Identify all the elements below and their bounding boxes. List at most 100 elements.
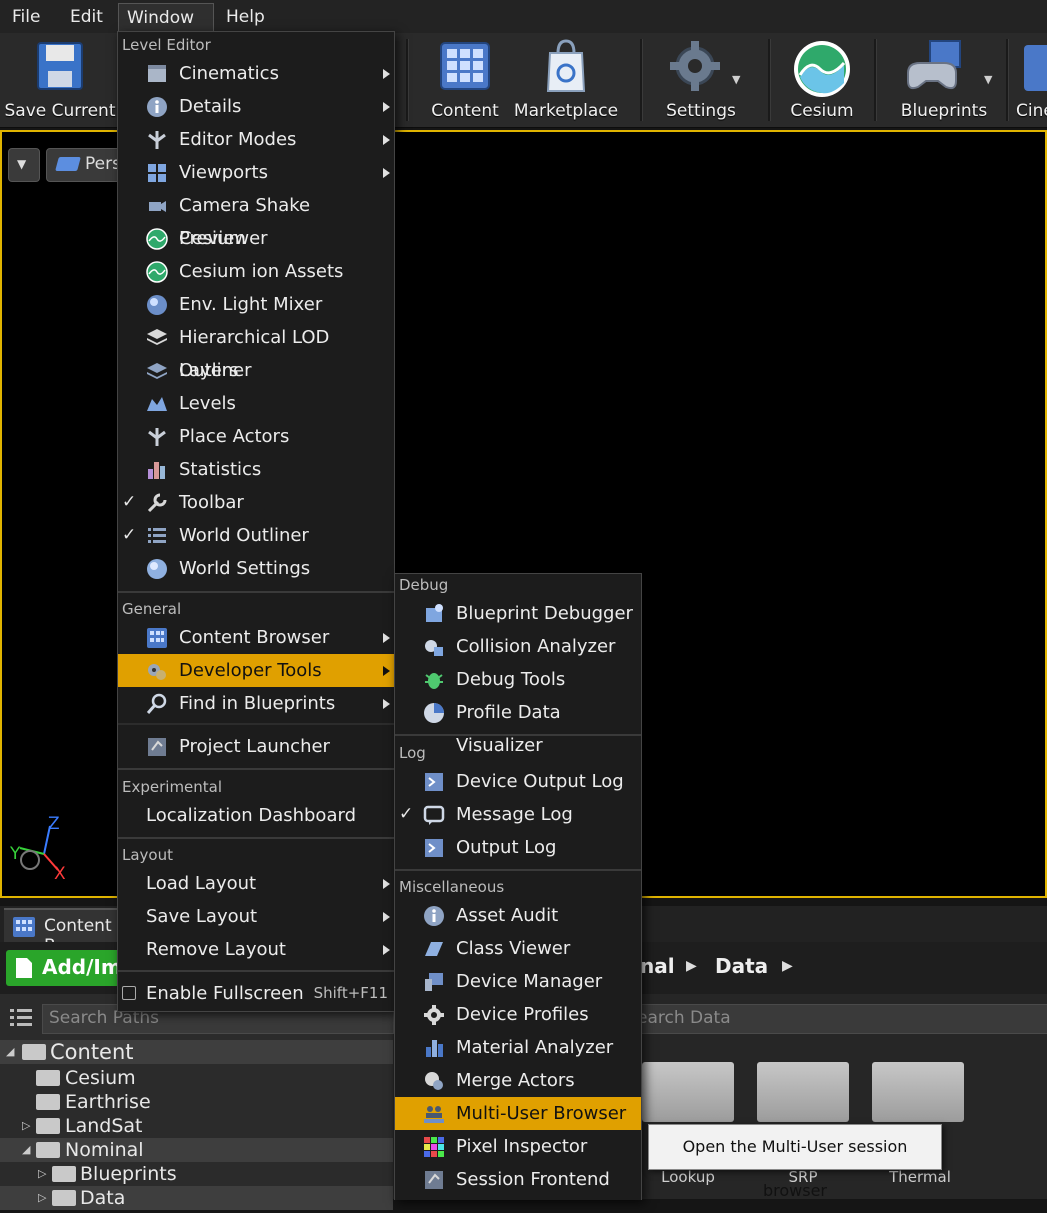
terminal-icon <box>425 773 443 791</box>
submenu-arrow-icon <box>383 633 390 643</box>
chevron-down-icon[interactable]: ▼ <box>732 73 740 86</box>
checkmark-icon: ✓ <box>122 525 137 545</box>
menu-item-toolbar[interactable]: ✓ Toolbar <box>118 486 394 519</box>
tooltip: Open the Multi-User session browser <box>648 1124 942 1200</box>
cesium-icon <box>146 261 168 283</box>
menu-item-device-profiles[interactable]: Device Profiles <box>395 998 641 1031</box>
menu-item-multi-user-browser[interactable]: Multi-User Browser <box>395 1097 641 1130</box>
marketplace-button[interactable]: Marketplace <box>512 33 620 127</box>
view-options-icon[interactable] <box>8 1006 34 1030</box>
search-icon <box>146 693 167 714</box>
menu-item-message-log[interactable]: ✓ Message Log <box>395 798 641 831</box>
viewport-options-button[interactable]: ▼ <box>8 148 40 182</box>
folder-lookup-icon[interactable] <box>642 1062 734 1122</box>
menu-item-statistics[interactable]: Statistics <box>118 453 394 486</box>
layers-stack-icon <box>147 329 167 345</box>
menu-item-cinematics[interactable]: Cinematics <box>118 57 394 90</box>
menu-item-blueprint-debugger[interactable]: Blueprint Debugger <box>395 597 641 630</box>
settings-button[interactable]: ▼ Settings <box>652 33 750 127</box>
menu-edit[interactable]: Edit <box>62 3 111 31</box>
submenu-arrow-icon <box>383 69 390 79</box>
content-button[interactable]: Content <box>424 33 506 127</box>
tree-item-cesium[interactable]: Cesium <box>0 1066 393 1090</box>
submenu-arrow-icon <box>383 699 390 709</box>
bug-icon <box>425 673 443 689</box>
message-log-icon <box>423 805 445 825</box>
chevron-down-icon[interactable]: ▼ <box>984 73 992 86</box>
expand-arrow-icon[interactable]: ▷ <box>38 1186 46 1210</box>
menu-item-levels[interactable]: Levels <box>118 387 394 420</box>
expand-arrow-icon[interactable]: ▷ <box>22 1114 30 1138</box>
save-current-button[interactable]: Save Current <box>2 33 118 127</box>
terminal-icon <box>425 839 443 857</box>
menu-item-layers[interactable]: Layers <box>118 354 394 387</box>
menu-item-enable-fullscreen[interactable]: Enable Fullscreen Shift+F11 <box>118 977 394 1010</box>
menu-item-hlod-outliner[interactable]: Hierarchical LOD Outliner <box>118 321 394 381</box>
menu-item-class-viewer[interactable]: Class Viewer <box>395 932 641 965</box>
shortcut-label: Shift+F11 <box>313 984 388 1002</box>
menu-item-details[interactable]: Details <box>118 90 394 123</box>
menu-item-session-frontend[interactable]: Session Frontend <box>395 1163 641 1196</box>
breadcrumb-data[interactable]: Data <box>715 954 768 978</box>
submenu-arrow-icon <box>383 135 390 145</box>
menu-item-remove-layout[interactable]: Remove Layout <box>118 933 394 966</box>
content-browser-tab[interactable]: Content B <box>4 908 124 956</box>
cesium-icon <box>146 228 168 250</box>
menu-divider <box>118 837 394 839</box>
expand-arrow-icon[interactable]: ◢ <box>6 1040 14 1064</box>
tree-item-landsat[interactable]: ▷ LandSat <box>0 1114 393 1138</box>
menu-item-collision-analyzer[interactable]: Collision Analyzer <box>395 630 641 663</box>
tree-item-blueprints[interactable]: ▷ Blueprints <box>0 1162 393 1186</box>
section-level-editor: Level Editor <box>122 36 211 54</box>
menu-item-content-browser[interactable]: Content Browser <box>118 621 394 654</box>
menu-item-world-outliner[interactable]: ✓ World Outliner <box>118 519 394 552</box>
expand-arrow-icon[interactable]: ▷ <box>38 1162 46 1186</box>
menu-window[interactable]: Window <box>118 3 214 32</box>
menu-item-viewports[interactable]: Viewports <box>118 156 394 189</box>
blueprints-button[interactable]: ▼ Blueprints <box>890 33 998 127</box>
menu-item-load-layout[interactable]: Load Layout <box>118 867 394 900</box>
menu-item-world-settings[interactable]: World Settings <box>118 552 394 585</box>
menu-help[interactable]: Help <box>218 3 273 31</box>
menu-item-place-actors[interactable]: Place Actors <box>118 420 394 453</box>
submenu-arrow-icon <box>383 912 390 922</box>
tree-item-nominal[interactable]: ◢ Nominal <box>0 1138 393 1162</box>
menu-item-project-launcher[interactable]: Project Launcher <box>118 730 394 763</box>
menu-divider <box>118 970 394 972</box>
menu-item-find-in-blueprints[interactable]: Find in Blueprints <box>118 687 394 720</box>
viewports-icon <box>148 164 166 182</box>
menu-item-localization-dashboard[interactable]: Localization Dashboard <box>118 799 394 832</box>
menu-file[interactable]: File <box>4 3 48 31</box>
menu-item-debug-tools[interactable]: Debug Tools <box>395 663 641 696</box>
menu-item-cesium[interactable]: Cesium <box>118 222 394 255</box>
fullscreen-checkbox[interactable] <box>122 986 136 1000</box>
menu-item-merge-actors[interactable]: Merge Actors <box>395 1064 641 1097</box>
cinematics-button[interactable]: Cine <box>1012 33 1047 127</box>
developer-tools-submenu: Debug Blueprint Debugger Collision Analy… <box>394 573 642 1200</box>
menu-item-device-output-log[interactable]: Device Output Log <box>395 765 641 798</box>
menu-item-asset-audit[interactable]: Asset Audit <box>395 899 641 932</box>
menu-item-profile-data-visualizer[interactable]: Profile Data Visualizer <box>395 696 641 756</box>
expand-arrow-icon[interactable]: ◢ <box>22 1138 30 1162</box>
folder-thermal-icon[interactable] <box>872 1062 964 1122</box>
menu-item-camera-shake-previewer[interactable]: Camera Shake Previewer <box>118 189 394 249</box>
menu-item-cesium-ion-assets[interactable]: Cesium ion Assets <box>118 255 394 288</box>
section-miscellaneous: Miscellaneous <box>399 878 505 896</box>
menu-item-pixel-inspector[interactable]: Pixel Inspector <box>395 1130 641 1163</box>
menu-item-env-light-mixer[interactable]: Env. Light Mixer <box>118 288 394 321</box>
folder-srp-icon[interactable] <box>757 1062 849 1122</box>
cesium-button[interactable]: Cesium <box>780 33 864 127</box>
menu-item-device-manager[interactable]: Device Manager <box>395 965 641 998</box>
submenu-arrow-icon <box>383 666 390 676</box>
menu-item-editor-modes[interactable]: Editor Modes <box>118 123 394 156</box>
menu-item-material-analyzer[interactable]: Material Analyzer <box>395 1031 641 1064</box>
tree-item-content[interactable]: ◢ Content <box>0 1040 393 1064</box>
breadcrumb-nominal[interactable]: nal <box>640 954 675 978</box>
tree-item-earthrise[interactable]: Earthrise <box>0 1090 393 1114</box>
tree-item-data[interactable]: ▷ Data <box>0 1186 393 1210</box>
marketplace-bag-icon <box>546 39 586 92</box>
submenu-arrow-icon <box>383 168 390 178</box>
menu-item-output-log[interactable]: Output Log <box>395 831 641 864</box>
menu-item-developer-tools[interactable]: Developer Tools <box>118 654 394 687</box>
menu-item-save-layout[interactable]: Save Layout <box>118 900 394 933</box>
